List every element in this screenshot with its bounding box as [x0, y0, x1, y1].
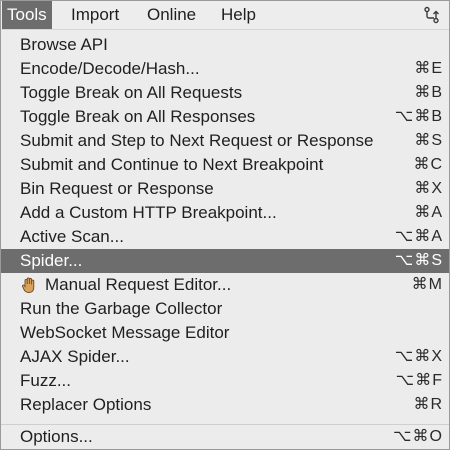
menu-item-label: Options...	[20, 427, 93, 446]
menu-item-label: Bin Request or Response	[20, 179, 214, 198]
menu-item-label: Add a Custom HTTP Breakpoint...	[20, 203, 277, 222]
menu-item-label: Submit and Continue to Next Breakpoint	[20, 155, 324, 174]
menu-item-run-garbage-collector[interactable]: Run the Garbage Collector	[1, 297, 449, 321]
menu-item-label: Run the Garbage Collector	[20, 299, 223, 318]
menu-help[interactable]: Help	[216, 1, 261, 29]
tools-dropdown-menu: Browse API Encode/Decode/Hash... ⌘E Togg…	[1, 30, 449, 449]
menu-item-shortcut: ⌥⌘S	[394, 252, 443, 269]
menu-item-label: Encode/Decode/Hash...	[20, 59, 200, 78]
menu-import[interactable]: Import	[66, 1, 124, 29]
menu-item-shortcut: ⌥⌘O	[393, 428, 443, 445]
menu-item-active-scan[interactable]: Active Scan... ⌥⌘A	[1, 225, 449, 249]
menu-item-shortcut: ⌘E	[414, 60, 443, 77]
menu-item-shortcut: ⌘A	[414, 204, 443, 221]
menu-item-shortcut: ⌥⌘F	[395, 372, 443, 389]
menu-item-label: Fuzz...	[20, 371, 72, 390]
menu-item-label: Manual Request Editor...	[45, 275, 232, 294]
menu-item-label: AJAX Spider...	[20, 347, 130, 366]
menu-item-options[interactable]: Options... ⌥⌘O	[1, 425, 449, 449]
menu-item-manual-request-editor[interactable]: Manual Request Editor... ⌘M	[1, 273, 449, 297]
menu-item-label: Spider...	[20, 251, 83, 270]
menu-item-shortcut: ⌘S	[414, 132, 443, 149]
menu-tools[interactable]: Tools	[2, 1, 52, 29]
menu-item-toggle-break-responses[interactable]: Toggle Break on All Responses ⌥⌘B	[1, 105, 449, 129]
menu-item-label: Submit and Step to Next Request or Respo…	[20, 131, 374, 150]
menu-item-submit-and-continue[interactable]: Submit and Continue to Next Breakpoint ⌘…	[1, 153, 449, 177]
menu-item-ajax-spider[interactable]: AJAX Spider... ⌥⌘X	[1, 345, 449, 369]
menu-item-shortcut: ⌘X	[414, 180, 443, 197]
menu-item-shortcut: ⌥⌘A	[394, 228, 443, 245]
menu-item-encode-decode-hash[interactable]: Encode/Decode/Hash... ⌘E	[1, 57, 449, 81]
menu-item-label: Toggle Break on All Responses	[20, 107, 256, 126]
menu-item-websocket-message-editor[interactable]: WebSocket Message Editor	[1, 321, 449, 345]
menu-online[interactable]: Online	[142, 1, 201, 29]
menu-item-label: Active Scan...	[20, 227, 124, 246]
menu-item-replacer-options[interactable]: Replacer Options ⌘R	[1, 393, 449, 417]
menu-item-submit-and-step[interactable]: Submit and Step to Next Request or Respo…	[1, 129, 449, 153]
menu-bar: Tools Import Online Help	[1, 1, 449, 30]
menu-item-toggle-break-requests[interactable]: Toggle Break on All Requests ⌘B	[1, 81, 449, 105]
menu-item-label: Replacer Options	[20, 395, 152, 414]
menu-item-label: WebSocket Message Editor	[20, 323, 230, 342]
menu-item-label: Browse API	[20, 35, 108, 54]
menu-item-browse-api[interactable]: Browse API	[1, 33, 449, 57]
menu-item-shortcut: ⌘R	[413, 396, 443, 413]
menu-item-spider[interactable]: Spider... ⌥⌘S	[1, 249, 449, 273]
menu-item-shortcut: ⌘B	[414, 84, 443, 101]
menu-item-shortcut: ⌘M	[411, 276, 443, 293]
menu-item-shortcut: ⌥⌘B	[394, 108, 443, 125]
branch-fork-icon[interactable]	[423, 6, 441, 24]
menu-item-shortcut: ⌘C	[413, 156, 443, 173]
menu-item-fuzz[interactable]: Fuzz... ⌥⌘F	[1, 369, 449, 393]
menu-item-label: Toggle Break on All Requests	[20, 83, 243, 102]
hand-icon	[22, 277, 35, 293]
menu-item-bin-request[interactable]: Bin Request or Response ⌘X	[1, 177, 449, 201]
menu-item-shortcut: ⌥⌘X	[394, 348, 443, 365]
menu-item-add-custom-breakpoint[interactable]: Add a Custom HTTP Breakpoint... ⌘A	[1, 201, 449, 225]
